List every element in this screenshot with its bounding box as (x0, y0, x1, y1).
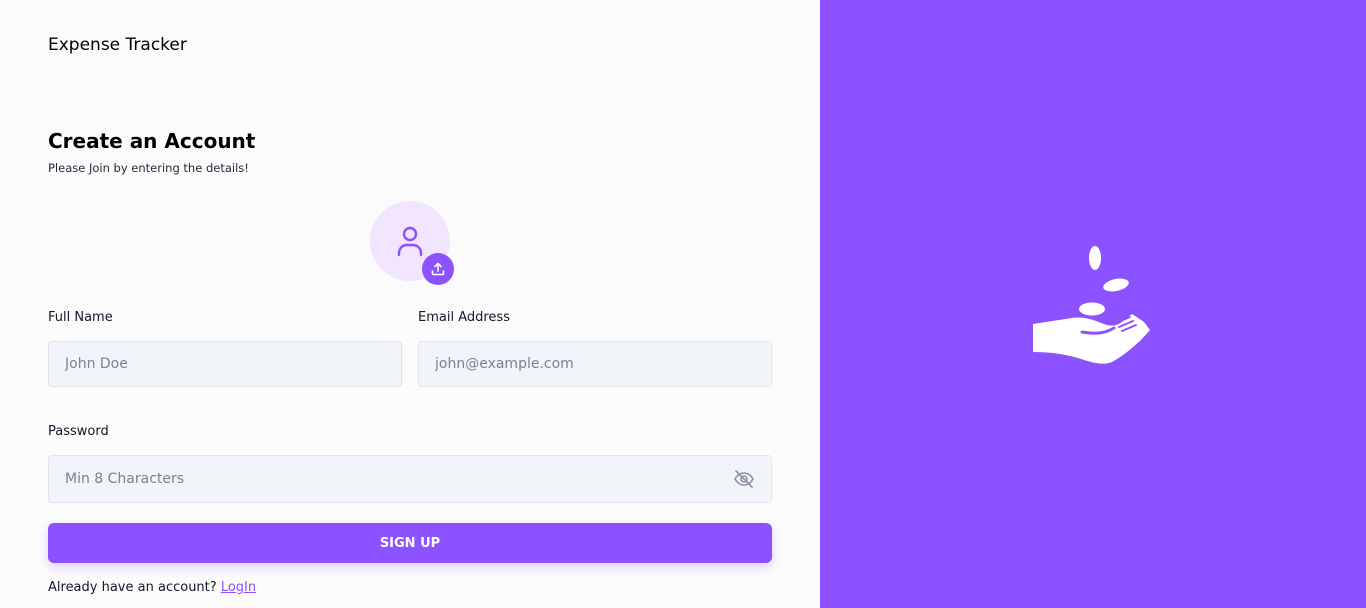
password-input[interactable] (49, 456, 771, 502)
login-prompt-text: Already have an account? (48, 580, 217, 595)
signup-panel: Expense Tracker Create an Account Please… (0, 0, 820, 608)
password-field (48, 455, 772, 503)
email-field (418, 341, 772, 387)
page-title: Create an Account (48, 129, 256, 153)
upload-photo-button[interactable] (422, 253, 454, 285)
email-input[interactable] (419, 342, 771, 386)
full-name-field (48, 341, 402, 387)
full-name-label: Full Name (48, 310, 113, 325)
login-prompt: Already have an account? LogIn (48, 580, 256, 595)
sign-up-button[interactable]: SIGN UP (48, 523, 772, 563)
illustration-panel (820, 0, 1366, 608)
page-subtitle: Please Join by entering the details! (48, 161, 249, 175)
app-title: Expense Tracker (48, 35, 187, 55)
eye-off-icon[interactable] (733, 469, 755, 489)
email-label: Email Address (418, 310, 510, 325)
hand-coins-icon (1033, 246, 1150, 364)
password-label: Password (48, 424, 109, 439)
full-name-input[interactable] (49, 342, 401, 386)
login-link[interactable]: LogIn (221, 580, 256, 595)
upload-icon (431, 262, 445, 276)
user-icon (397, 226, 423, 257)
